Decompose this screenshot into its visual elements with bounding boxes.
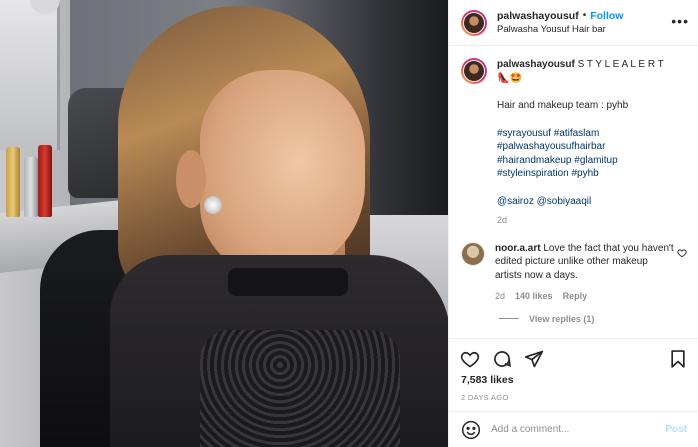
comment-username[interactable]: noor.a.art xyxy=(495,243,541,254)
comment-likes[interactable]: 140 likes xyxy=(515,290,553,304)
hashtag-line[interactable]: #styleinspiration #pyhb xyxy=(497,167,687,181)
commenter-avatar[interactable] xyxy=(461,241,485,266)
comments-list[interactable]: palwashayousuf S T Y L E A L E R T 👠🤩 Ha… xyxy=(449,46,698,338)
follow-button[interactable]: Follow xyxy=(590,9,623,23)
header-username[interactable]: palwashayousuf xyxy=(497,9,579,23)
likes-count[interactable]: 7,583 likes xyxy=(461,374,514,386)
avatar[interactable] xyxy=(461,9,487,36)
comment-meta: 2d 140 likes Reply xyxy=(495,290,675,304)
caption-team-line: Hair and makeup team : pyhb xyxy=(497,100,629,111)
smile-icon[interactable] xyxy=(461,420,481,440)
post-header: palwashayousuf • Follow Palwasha Yousuf … xyxy=(449,0,698,46)
caption-text: S T Y L E A L E R T xyxy=(577,59,664,70)
post-timestamp[interactable]: 2 DAYS AGO xyxy=(461,393,508,402)
comment-icon[interactable] xyxy=(491,348,513,370)
post-photo[interactable] xyxy=(0,0,448,447)
photo-ear xyxy=(176,150,206,208)
bookmark-icon[interactable] xyxy=(667,348,689,370)
photo-bottle xyxy=(24,157,38,217)
action-bar xyxy=(449,338,698,378)
hashtag-line[interactable]: #palwashayousufhairbar xyxy=(497,140,687,154)
comment-heart-icon[interactable] xyxy=(677,248,687,260)
caption-body: palwashayousuf S T Y L E A L E R T 👠🤩 Ha… xyxy=(497,58,687,228)
view-replies-line xyxy=(499,318,519,319)
reply-button[interactable]: Reply xyxy=(563,290,588,304)
caption-avatar[interactable] xyxy=(461,58,487,84)
avatar-image xyxy=(463,11,485,34)
comment-item: noor.a.art Love the fact that you haven'… xyxy=(461,241,687,304)
photo-face xyxy=(200,70,365,275)
view-replies-button[interactable]: View replies (1) xyxy=(499,314,687,324)
hashtag-line[interactable]: #hairandmakeup #glamitup xyxy=(497,154,687,168)
photo-lace xyxy=(200,330,400,447)
add-comment-bar: Post xyxy=(449,411,698,447)
add-comment-input[interactable] xyxy=(491,424,651,435)
hashtag-line[interactable]: #syrayousuf #atifaslam xyxy=(497,127,687,141)
photo-bottle xyxy=(6,147,20,217)
caption-time[interactable]: 2d xyxy=(497,214,687,228)
photo-earring xyxy=(204,196,222,214)
mention-line[interactable]: @sairoz @sobiyaaqil xyxy=(497,195,687,209)
location-link[interactable]: Palwasha Yousuf Hair bar xyxy=(497,23,623,37)
photo-bottle xyxy=(38,145,52,217)
caption-username[interactable]: palwashayousuf xyxy=(497,59,575,70)
comment-body: noor.a.art Love the fact that you haven'… xyxy=(495,242,675,304)
instagram-post: palwashayousuf • Follow Palwasha Yousuf … xyxy=(0,0,698,447)
avatar-image xyxy=(463,60,485,82)
heart-icon[interactable] xyxy=(459,348,481,370)
header-separator: • xyxy=(582,9,587,21)
caption-emojis: 👠🤩 xyxy=(497,72,522,84)
share-icon[interactable] xyxy=(523,348,545,370)
more-icon[interactable]: ••• xyxy=(671,14,689,28)
post-side-panel: palwashayousuf • Follow Palwasha Yousuf … xyxy=(448,0,698,447)
photo-mirror xyxy=(0,0,60,150)
post-header-text: palwashayousuf • Follow Palwasha Yousuf … xyxy=(497,9,623,37)
comment-time[interactable]: 2d xyxy=(495,290,505,304)
view-replies-label: View replies (1) xyxy=(529,313,595,324)
post-comment-button[interactable]: Post xyxy=(665,424,687,435)
caption: palwashayousuf S T Y L E A L E R T 👠🤩 Ha… xyxy=(461,58,687,228)
header-row: palwashayousuf • Follow xyxy=(497,9,623,23)
photo-collar xyxy=(228,268,348,296)
